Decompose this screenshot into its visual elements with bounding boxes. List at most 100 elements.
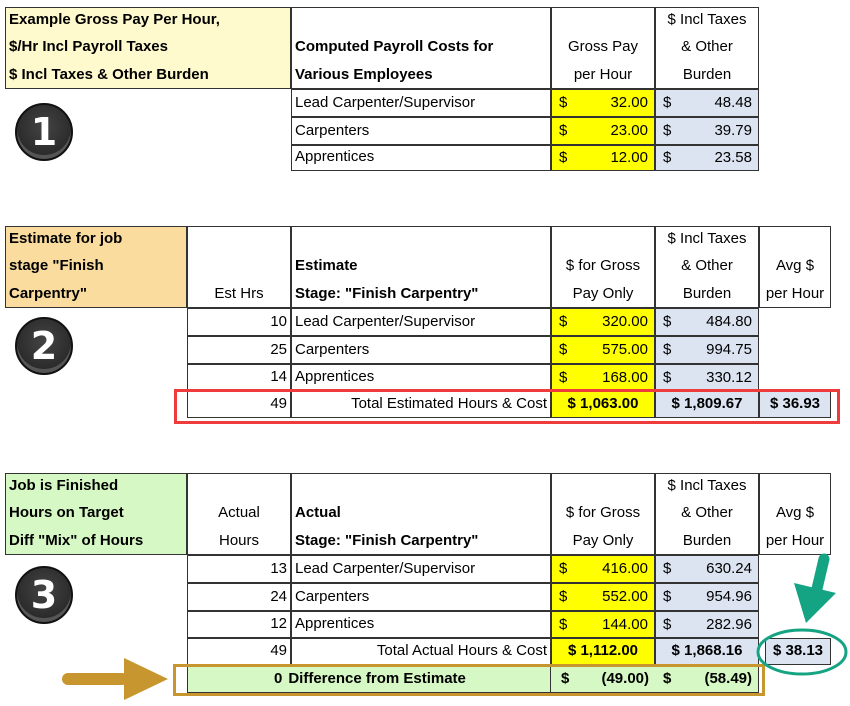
header-line: Stage: "Finish Carpentry" bbox=[295, 284, 479, 302]
estimate-total-highlight-box bbox=[174, 389, 840, 424]
arrow-shaft bbox=[810, 553, 830, 599]
header-line: Avg $ bbox=[775, 257, 815, 274]
currency: $ bbox=[559, 615, 568, 633]
burden-cost: $282.96 bbox=[655, 611, 759, 638]
burden-per-hour: $39.79 bbox=[655, 117, 759, 145]
section3-header-burden: $ Incl Taxes & Other Burden bbox=[655, 473, 759, 555]
employee-name: Lead Carpenter/Supervisor bbox=[291, 308, 551, 336]
currency: $ bbox=[559, 313, 568, 331]
currency: $ bbox=[663, 122, 672, 140]
employee-name: Lead Carpenter/Supervisor bbox=[291, 555, 551, 583]
arrow-shaft bbox=[62, 673, 128, 685]
estimated-hours: 10 bbox=[187, 308, 291, 336]
currency: $ bbox=[559, 122, 568, 140]
header-line: & Other bbox=[681, 38, 733, 55]
gross-cost: $168.00 bbox=[551, 364, 655, 391]
employee-name: Lead Carpenter/Supervisor bbox=[291, 89, 551, 117]
header-line: $ Incl Taxes bbox=[667, 10, 747, 28]
employee-name: Apprentices bbox=[291, 611, 551, 638]
amount: 23.58 bbox=[714, 149, 752, 167]
employee-name: Carpenters bbox=[291, 336, 551, 364]
amount: 416.00 bbox=[602, 560, 648, 578]
amount: 282.96 bbox=[706, 615, 752, 633]
header-line: & Other bbox=[681, 257, 733, 274]
header-line: $ for Gross bbox=[565, 257, 641, 274]
header-line: $ for Gross bbox=[565, 504, 641, 521]
amount: 630.24 bbox=[706, 560, 752, 578]
amount: 39.79 bbox=[714, 122, 752, 140]
burden-cost: $330.12 bbox=[655, 364, 759, 391]
amount: 954.96 bbox=[706, 588, 752, 606]
total-actual-burden: $ 1,868.16 bbox=[655, 638, 759, 665]
section1-header-description: Computed Payroll Costs for Various Emplo… bbox=[291, 7, 551, 89]
amount: 320.00 bbox=[602, 313, 648, 331]
currency: $ bbox=[663, 560, 672, 578]
estimated-hours: 14 bbox=[187, 364, 291, 391]
section3-header-avg: Avg $ per Hour bbox=[759, 473, 831, 555]
burden-cost: $630.24 bbox=[655, 555, 759, 583]
amount: 552.00 bbox=[602, 588, 648, 606]
currency: $ bbox=[663, 313, 672, 331]
gross-per-hour: $23.00 bbox=[551, 117, 655, 145]
currency: $ bbox=[559, 588, 568, 606]
header-line: Burden bbox=[682, 531, 732, 549]
header-line: Pay Only bbox=[572, 531, 634, 549]
step-3-badge-icon: 3 bbox=[15, 566, 73, 624]
employee-name: Carpenters bbox=[291, 117, 551, 145]
amount: 994.75 bbox=[706, 341, 752, 359]
currency: $ bbox=[663, 341, 672, 359]
section3-header-gross: $ for Gross Pay Only bbox=[551, 473, 655, 555]
arrow-down-icon bbox=[794, 553, 836, 623]
section2-label-line: stage "Finish bbox=[9, 257, 104, 274]
currency: $ bbox=[559, 560, 568, 578]
header-line: Actual bbox=[295, 504, 341, 521]
section2-label-line: Estimate for job bbox=[9, 229, 123, 247]
gross-per-hour: $12.00 bbox=[551, 145, 655, 171]
header-line: Pay Only bbox=[572, 284, 634, 302]
section1-label-line: $/Hr Incl Payroll Taxes bbox=[9, 38, 168, 55]
gross-cost: $144.00 bbox=[551, 611, 655, 638]
section1-label-line: $ Incl Taxes & Other Burden bbox=[9, 65, 209, 83]
section3-header-description: Actual Stage: "Finish Carpentry" bbox=[291, 473, 551, 555]
currency: $ bbox=[559, 368, 568, 386]
header-line: Burden bbox=[682, 65, 732, 83]
header-line: Gross Pay bbox=[567, 38, 639, 55]
employee-name: Carpenters bbox=[291, 583, 551, 611]
step-number: 1 bbox=[30, 110, 58, 154]
amount: 144.00 bbox=[602, 615, 648, 633]
ellipse-outline bbox=[756, 628, 848, 676]
section2-header-burden: $ Incl Taxes & Other Burden bbox=[655, 226, 759, 308]
section2-header-description: Estimate Stage: "Finish Carpentry" bbox=[291, 226, 551, 308]
amount: 12.00 bbox=[610, 149, 648, 167]
header-line: Various Employees bbox=[295, 65, 433, 83]
section1-label: Example Gross Pay Per Hour, $/Hr Incl Pa… bbox=[5, 7, 291, 89]
arrow-head bbox=[794, 583, 836, 623]
burden-cost: $994.75 bbox=[655, 336, 759, 364]
arrow-head bbox=[124, 658, 168, 700]
header-line: Stage: "Finish Carpentry" bbox=[295, 531, 479, 549]
difference-highlight-box bbox=[173, 664, 765, 696]
actual-hours: 12 bbox=[187, 611, 291, 638]
currency: $ bbox=[559, 149, 568, 167]
amount: 48.48 bbox=[714, 94, 752, 112]
header-line: Est Hrs bbox=[214, 284, 264, 302]
step-1-badge-icon: 1 bbox=[15, 103, 73, 161]
header-line: Hours bbox=[218, 531, 259, 549]
highlight-ellipse-icon bbox=[756, 628, 848, 676]
estimated-hours: 25 bbox=[187, 336, 291, 364]
step-2-badge-icon: 2 bbox=[15, 317, 73, 375]
header-line: Burden bbox=[682, 284, 732, 302]
section2-header-hours: Est Hrs bbox=[187, 226, 291, 308]
currency: $ bbox=[559, 94, 568, 112]
currency: $ bbox=[559, 341, 568, 359]
header-line: per Hour bbox=[765, 531, 825, 549]
employee-name: Apprentices bbox=[291, 364, 551, 391]
total-actual-label: Total Actual Hours & Cost bbox=[291, 638, 551, 665]
header-line: per Hour bbox=[765, 284, 825, 302]
actual-hours: 24 bbox=[187, 583, 291, 611]
gross-cost: $575.00 bbox=[551, 336, 655, 364]
section3-label-line: Job is Finished bbox=[9, 476, 119, 494]
section2-header-gross: $ for Gross Pay Only bbox=[551, 226, 655, 308]
amount: 484.80 bbox=[706, 313, 752, 331]
employee-name: Apprentices bbox=[291, 145, 551, 171]
